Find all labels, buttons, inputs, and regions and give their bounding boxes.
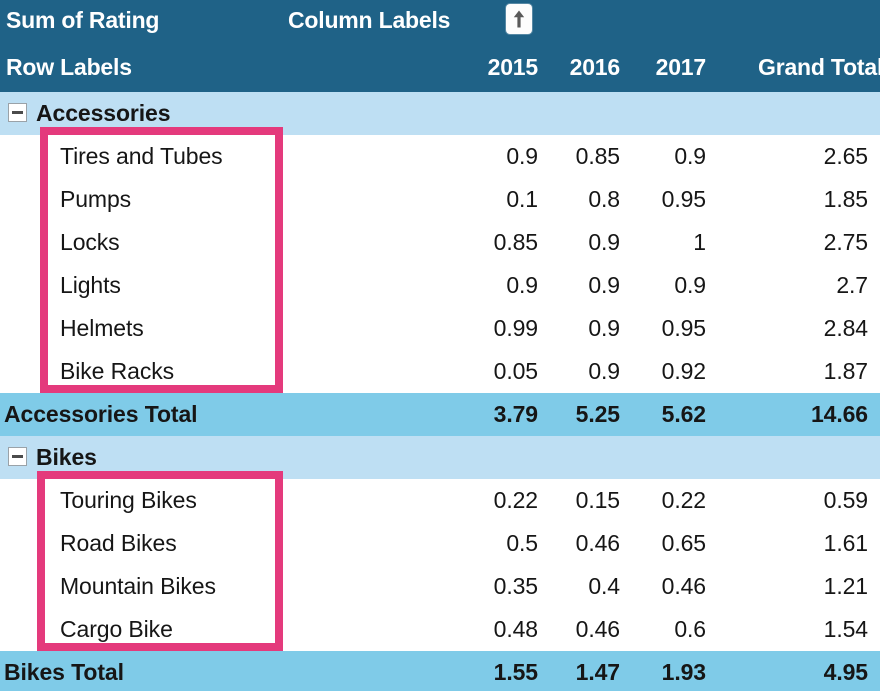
group-total-value: 4.95 (823, 659, 868, 685)
group-total-value: 1.93 (661, 659, 706, 685)
cell-value: 0.22 (661, 487, 706, 513)
group-total-row: Bikes Total 1.55 1.47 1.93 4.95 (0, 651, 880, 691)
cell-value: 1.85 (823, 186, 868, 212)
cell-value: 0.9 (674, 272, 706, 298)
group-total-row: Accessories Total 3.79 5.25 5.62 14.66 (0, 393, 880, 436)
table-row[interactable]: Helmets 0.99 0.9 0.95 2.84 (0, 307, 880, 350)
group-header-row[interactable]: Bikes (0, 436, 880, 479)
row-item-label: Cargo Bike (60, 616, 173, 642)
column-header-grand-total[interactable]: Grand Total (758, 54, 880, 81)
group-header-row[interactable]: Accessories (0, 92, 880, 135)
table-row[interactable]: Tires and Tubes 0.9 0.85 0.9 2.65 (0, 135, 880, 178)
row-labels-label: Row Labels (6, 54, 132, 80)
pivot-table-header: Sum of Rating Column Labels Row Labels 2… (0, 0, 880, 124)
sort-ascending-arrow-icon-column[interactable] (506, 4, 532, 34)
row-item-label: Tires and Tubes (60, 143, 223, 169)
cell-value: 1 (693, 229, 706, 255)
cell-value: 1.54 (823, 616, 868, 642)
pivot-table-body: Accessories Tires and Tubes 0.9 0.85 0.9 2.65… (0, 92, 880, 691)
table-row[interactable]: Mountain Bikes 0.35 0.4 0.46 1.21 (0, 565, 880, 608)
table-row[interactable]: Pumps 0.1 0.8 0.95 1.85 (0, 178, 880, 221)
table-row[interactable]: Locks 0.85 0.9 1 2.75 (0, 221, 880, 264)
group-total-value: 5.62 (661, 401, 706, 427)
group-total-value: 14.66 (810, 401, 868, 427)
header-row-columns: Row Labels 2015 2016 2017 Grand Total (0, 44, 880, 124)
row-item-label: Touring Bikes (60, 487, 197, 513)
row-item-label: Lights (60, 272, 121, 298)
cell-value: 2.65 (823, 143, 868, 169)
column-labels-label: Column Labels (288, 7, 451, 33)
row-item-label: Pumps (60, 186, 132, 212)
minus-box-icon[interactable] (8, 447, 27, 466)
table-row[interactable]: Road Bikes 0.5 0.46 0.65 1.61 (0, 522, 880, 565)
row-item-label: Bike Racks (60, 358, 175, 384)
cell-value: 0.95 (661, 186, 706, 212)
column-header-2017[interactable]: 2017 (596, 54, 707, 81)
cell-value: 0.46 (661, 573, 706, 599)
cell-value: 0.65 (661, 530, 706, 556)
row-item-label: Mountain Bikes (60, 573, 216, 599)
group-total-label: Bikes Total (4, 659, 124, 685)
group-name-label: Accessories (36, 100, 171, 126)
cell-value: 0.9 (674, 143, 706, 169)
cell-value: 0.6 (674, 616, 706, 642)
cell-value: 2.84 (823, 315, 868, 341)
cell-value: 0.95 (661, 315, 706, 341)
pivot-table-screenshot: Sum of Rating Column Labels Row Labels 2… (0, 0, 880, 691)
cell-value: 1.21 (823, 573, 868, 599)
table-row[interactable]: Bike Racks 0.05 0.9 0.92 1.87 (0, 350, 880, 393)
group-name-label: Bikes (36, 444, 97, 470)
minus-glyph (12, 455, 23, 458)
minus-glyph (12, 111, 23, 114)
group-total-label: Accessories Total (4, 401, 198, 427)
cell-value: 0.92 (661, 358, 706, 384)
table-row[interactable]: Cargo Bike 0.48 0.46 0.6 1.54 (0, 608, 880, 651)
table-row[interactable]: Lights 0.9 0.9 0.9 2.7 (0, 264, 880, 307)
cell-value: 1.87 (823, 358, 868, 384)
row-item-label: Road Bikes (60, 530, 177, 556)
header-row-top: Sum of Rating Column Labels (0, 0, 880, 44)
value-field-label: Sum of Rating (6, 7, 160, 33)
row-item-label: Helmets (60, 315, 144, 341)
cell-value: 0.59 (823, 487, 868, 513)
cell-value: 1.61 (823, 530, 868, 556)
row-item-label: Locks (60, 229, 120, 255)
cell-value: 2.75 (823, 229, 868, 255)
table-row[interactable]: Touring Bikes 0.22 0.15 0.22 0.59 (0, 479, 880, 522)
cell-value: 2.7 (836, 272, 868, 298)
minus-box-icon[interactable] (8, 103, 27, 122)
